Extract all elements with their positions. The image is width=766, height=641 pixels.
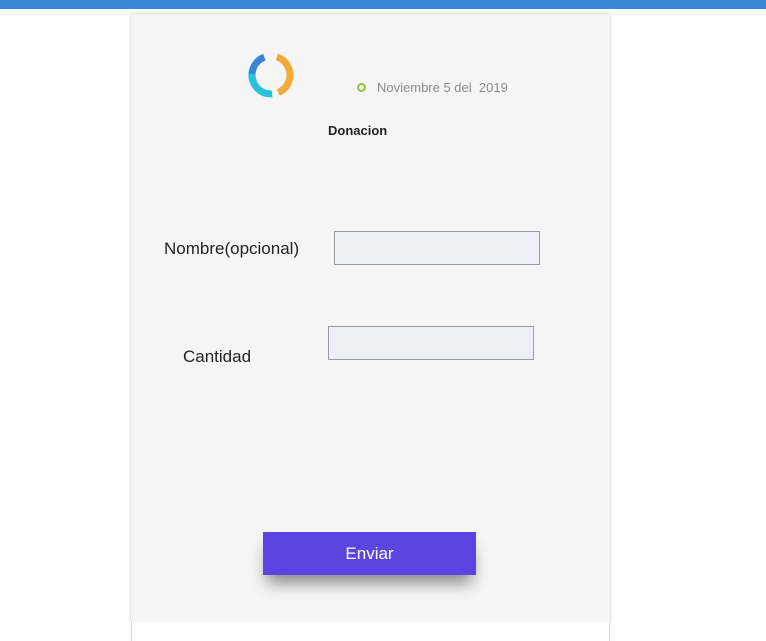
circular-logo-icon [248,52,294,98]
date-text: Noviembre 5 del 2019 [377,80,508,95]
amount-label: Cantidad [183,347,252,366]
name-label: Nombre(opcional) [164,239,300,258]
top-bar [0,0,766,9]
status-dot-icon [357,83,366,92]
amount-field[interactable] [328,326,534,360]
submit-button[interactable]: Enviar [263,532,476,575]
card-footer [131,622,610,641]
page-title: Donacion [328,123,388,138]
name-field[interactable] [334,231,540,265]
donation-card [131,14,610,622]
date-line: Noviembre 5 del 2019 [357,80,508,95]
